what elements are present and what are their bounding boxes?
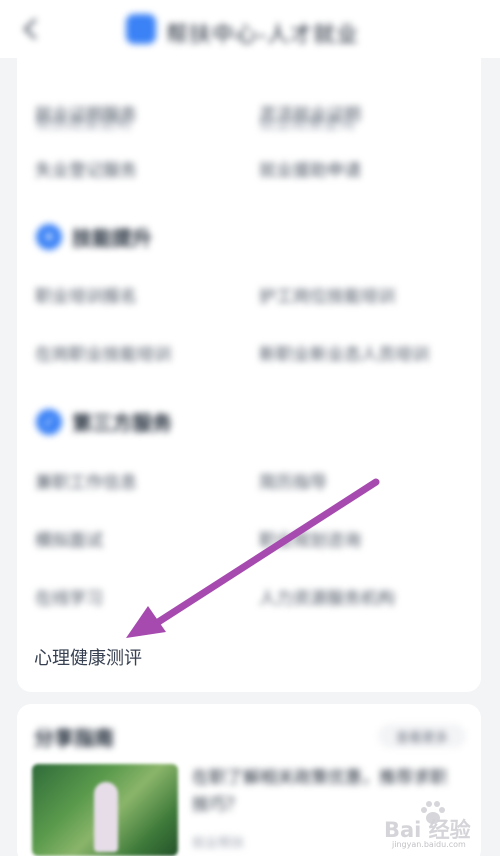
- service-item[interactable]: 灵活就业证明: [259, 100, 361, 125]
- mental-health-test-link[interactable]: 心理健康测评: [34, 644, 142, 670]
- watermark-url: jingyan.baidu.com: [392, 840, 466, 849]
- service-item[interactable]: 模拟面试: [35, 526, 103, 551]
- section-header-third-party: ✓ 第三方服务: [36, 407, 172, 436]
- header-bar: 帮扶中心-人才就业: [0, 0, 500, 58]
- view-more-button[interactable]: 查看更多: [378, 724, 466, 748]
- back-arrow-icon[interactable]: [20, 18, 42, 40]
- person-figure: [94, 782, 118, 852]
- service-item[interactable]: 就业证明服务: [35, 100, 137, 125]
- service-item[interactable]: 兼职工作信息: [35, 468, 137, 493]
- service-item[interactable]: 就业援助申请: [259, 156, 361, 181]
- service-item[interactable]: 护工岗位技能培训: [259, 282, 395, 307]
- section-header-skills: ✦ 技能提升: [36, 222, 152, 251]
- service-item[interactable]: 失业登记服务: [35, 156, 137, 181]
- service-item[interactable]: 简历指导: [259, 468, 327, 493]
- checkmark-icon: ✓: [36, 408, 62, 435]
- section-title: 技能提升: [72, 226, 152, 250]
- service-item[interactable]: 职业培训报名: [35, 282, 137, 307]
- service-logo-icon: [126, 14, 156, 44]
- service-item[interactable]: 在岗职业技能培训: [35, 340, 171, 365]
- service-item[interactable]: 人力资源服务机构: [259, 584, 395, 609]
- article-title[interactable]: 在职了解相关政策优惠，推荐求职技巧？: [192, 765, 454, 819]
- service-item[interactable]: 在线学习: [35, 584, 103, 609]
- section-title: 第三方服务: [72, 411, 172, 435]
- service-item[interactable]: 新职业新业态人员培训: [259, 340, 429, 365]
- skill-badge-icon: ✦: [36, 223, 62, 250]
- service-item[interactable]: 职业规划咨询: [259, 526, 361, 551]
- article-meta: 就业帮扶: [192, 836, 245, 851]
- page-title: 帮扶中心-人才就业: [166, 23, 359, 48]
- article-thumbnail[interactable]: [32, 764, 178, 856]
- guide-card-title: 分享指南: [34, 726, 114, 750]
